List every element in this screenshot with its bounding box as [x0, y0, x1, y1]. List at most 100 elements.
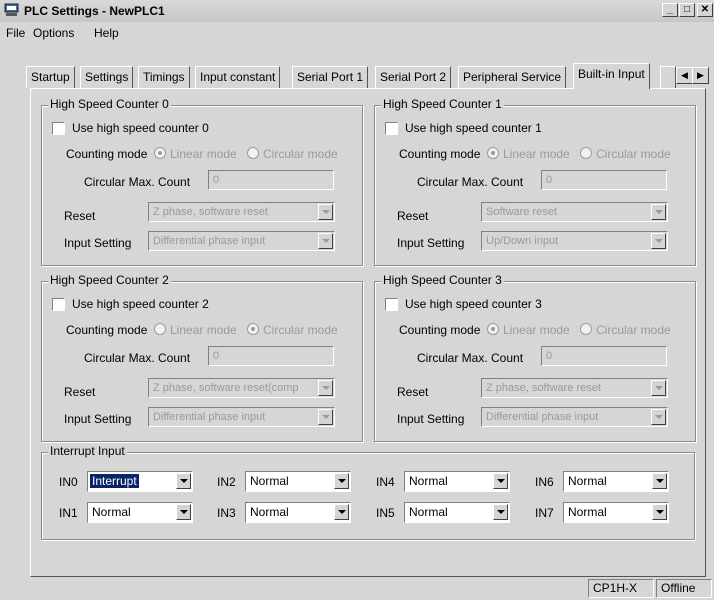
- interrupt-in0-select[interactable]: Interrupt: [87, 471, 193, 492]
- chevron-down-icon[interactable]: [176, 504, 191, 520]
- circular-max-count-input[interactable]: 0: [208, 170, 334, 190]
- use-counter-3-checkbox[interactable]: [385, 298, 398, 311]
- reset-select[interactable]: Software reset: [481, 202, 668, 222]
- interrupt-in3-label: IN3: [217, 506, 236, 520]
- menu-options[interactable]: Options: [33, 26, 74, 40]
- chevron-down-icon[interactable]: [318, 409, 333, 425]
- window-title: PLC Settings - NewPLC1: [24, 4, 165, 18]
- circular-mode-radio[interactable]: [247, 323, 259, 335]
- chevron-down-icon[interactable]: [652, 504, 667, 520]
- linear-mode-label: Linear mode: [170, 323, 237, 337]
- interrupt-in3-select[interactable]: Normal: [245, 502, 351, 523]
- input-setting-select[interactable]: Differential phase input: [148, 231, 335, 251]
- tab-serial-port-2[interactable]: Serial Port 2: [375, 66, 452, 88]
- chevron-down-icon[interactable]: [334, 504, 349, 520]
- input-setting-select[interactable]: Differential phase input: [481, 407, 668, 427]
- circular-max-count-input[interactable]: 0: [541, 346, 667, 366]
- use-counter-2-checkbox[interactable]: [52, 298, 65, 311]
- chevron-down-icon[interactable]: [651, 233, 666, 249]
- chevron-down-icon[interactable]: [493, 473, 508, 489]
- interrupt-in6-label: IN6: [535, 475, 554, 489]
- interrupt-in7-select[interactable]: Normal: [563, 502, 669, 523]
- circular-mode-radio[interactable]: [580, 323, 592, 335]
- reset-select[interactable]: Z phase, software reset(comp: [148, 378, 335, 398]
- tab-truncated[interactable]: [660, 66, 676, 88]
- plc-app-icon: [4, 3, 19, 16]
- maximize-button[interactable]: □: [679, 3, 695, 17]
- circular-mode-label: Circular mode: [596, 323, 671, 337]
- interrupt-in4-value: Normal: [409, 474, 448, 488]
- status-bar: CP1H-X Offline: [0, 577, 714, 600]
- reset-select-value: Software reset: [486, 206, 557, 218]
- tab-startup[interactable]: Startup: [26, 66, 75, 88]
- use-counter-3-label: Use high speed counter 3: [405, 297, 542, 311]
- use-counter-1-label: Use high speed counter 1: [405, 121, 542, 135]
- chevron-down-icon[interactable]: [176, 473, 191, 489]
- use-counter-0-checkbox[interactable]: [52, 122, 65, 135]
- reset-label: Reset: [397, 385, 429, 399]
- input-setting-label: Input Setting: [64, 412, 132, 426]
- interrupt-in5-value: Normal: [409, 505, 448, 519]
- interrupt-in5-select[interactable]: Normal: [404, 502, 510, 523]
- interrupt-input-group: Interrupt Input: [41, 444, 695, 540]
- circular-max-count-input[interactable]: 0: [541, 170, 667, 190]
- chevron-down-icon[interactable]: [493, 504, 508, 520]
- tab-timings[interactable]: Timings: [138, 66, 190, 88]
- counting-mode-label: Counting mode: [399, 323, 481, 337]
- input-setting-select[interactable]: Differential phase input: [148, 407, 335, 427]
- interrupt-in2-select[interactable]: Normal: [245, 471, 351, 492]
- chevron-down-icon[interactable]: [318, 380, 333, 396]
- chevron-down-icon[interactable]: [334, 473, 349, 489]
- interrupt-in0-value: Interrupt: [90, 474, 139, 488]
- high-speed-counter-3-title: High Speed Counter 3: [381, 273, 504, 287]
- interrupt-in1-select[interactable]: Normal: [87, 502, 193, 523]
- tab-peripheral-service[interactable]: Peripheral Service: [458, 66, 567, 88]
- tab-scroll-left-icon[interactable]: ◀: [676, 67, 693, 84]
- circular-mode-radio[interactable]: [247, 147, 259, 159]
- input-setting-select[interactable]: Up/Down input: [481, 231, 668, 251]
- use-counter-1-checkbox[interactable]: [385, 122, 398, 135]
- close-button[interactable]: ✕: [697, 3, 713, 17]
- linear-mode-radio[interactable]: [154, 147, 166, 159]
- reset-select[interactable]: Z phase, software reset: [148, 202, 335, 222]
- circular-max-count-input[interactable]: 0: [208, 346, 334, 366]
- input-setting-select-value: Differential phase input: [153, 411, 266, 423]
- linear-mode-radio[interactable]: [487, 147, 499, 159]
- reset-label: Reset: [397, 209, 429, 223]
- chevron-down-icon[interactable]: [651, 204, 666, 220]
- menu-file[interactable]: File: [6, 26, 25, 40]
- title-bar[interactable]: PLC Settings - NewPLC1 _ □ ✕: [0, 0, 714, 22]
- interrupt-in6-select[interactable]: Normal: [563, 471, 669, 492]
- tab-input-constant[interactable]: Input constant: [195, 66, 281, 88]
- interrupt-input-title: Interrupt Input: [48, 444, 127, 458]
- interrupt-in2-value: Normal: [250, 474, 289, 488]
- high-speed-counter-2-title: High Speed Counter 2: [48, 273, 171, 287]
- input-setting-select-value: Differential phase input: [486, 411, 599, 423]
- circular-max-count-label: Circular Max. Count: [417, 175, 524, 189]
- minimize-button[interactable]: _: [662, 3, 678, 17]
- interrupt-in0-label: IN0: [59, 475, 78, 489]
- chevron-down-icon[interactable]: [652, 473, 667, 489]
- chevron-down-icon[interactable]: [651, 380, 666, 396]
- menu-help[interactable]: Help: [94, 26, 119, 40]
- chevron-down-icon[interactable]: [318, 233, 333, 249]
- counting-mode-label: Counting mode: [399, 147, 481, 161]
- interrupt-in7-label: IN7: [535, 506, 554, 520]
- input-setting-label: Input Setting: [397, 412, 465, 426]
- circular-mode-radio[interactable]: [580, 147, 592, 159]
- linear-mode-radio[interactable]: [154, 323, 166, 335]
- chevron-down-icon[interactable]: [651, 409, 666, 425]
- counting-mode-label: Counting mode: [66, 147, 148, 161]
- linear-mode-radio[interactable]: [487, 323, 499, 335]
- tab-settings[interactable]: Settings: [80, 66, 134, 88]
- interrupt-in4-select[interactable]: Normal: [404, 471, 510, 492]
- interrupt-in4-label: IN4: [376, 475, 395, 489]
- interrupt-in5-label: IN5: [376, 506, 395, 520]
- reset-select[interactable]: Z phase, software reset: [481, 378, 668, 398]
- input-setting-label: Input Setting: [397, 236, 465, 250]
- tab-built-in-input[interactable]: Built-in Input: [573, 63, 650, 89]
- chevron-down-icon[interactable]: [318, 204, 333, 220]
- circular-mode-label: Circular mode: [263, 323, 338, 337]
- tab-serial-port-1[interactable]: Serial Port 1: [292, 66, 369, 88]
- tab-scroll-right-icon[interactable]: ▶: [692, 67, 709, 84]
